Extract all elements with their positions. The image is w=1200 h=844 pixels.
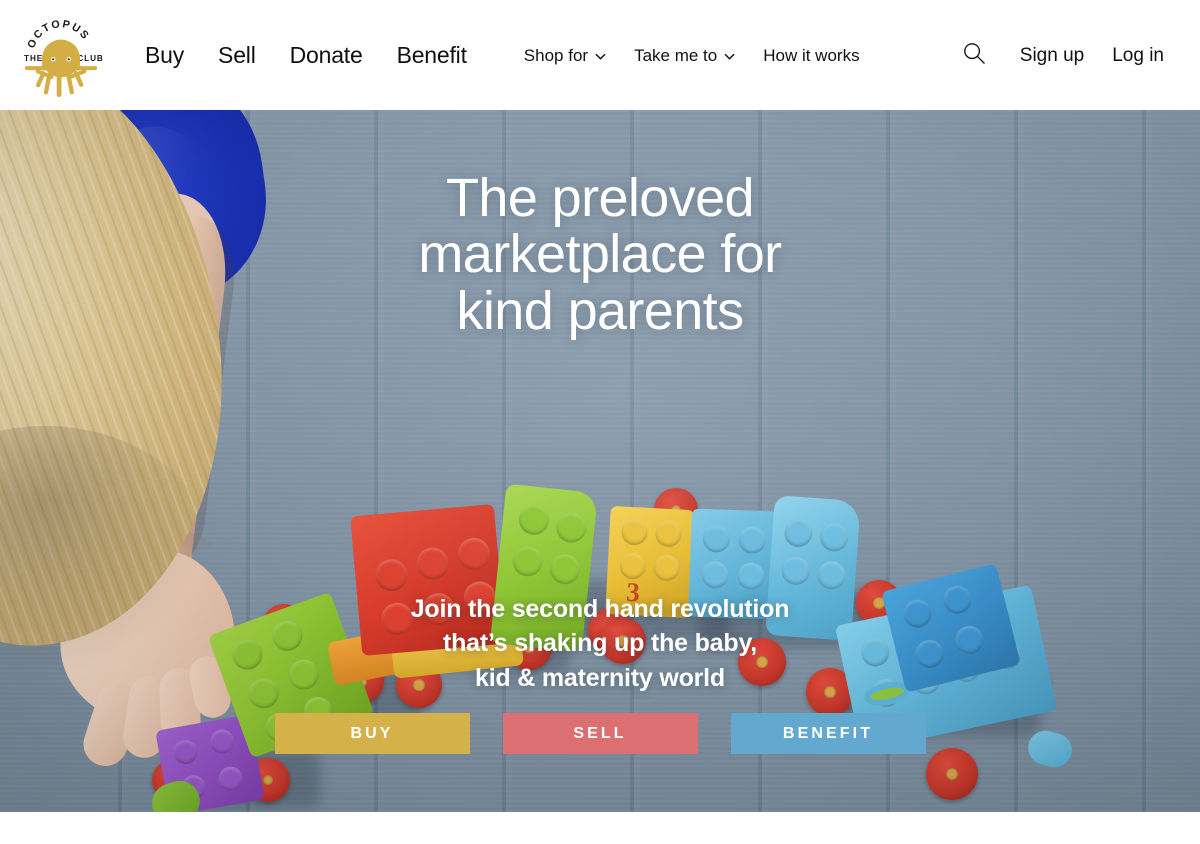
site-header: OCTOPUS THE CLUB Buy Sell Donate Benefit…: [0, 0, 1200, 110]
svg-text:CLUB: CLUB: [77, 54, 103, 63]
nav-item-buy[interactable]: Buy: [128, 43, 201, 67]
hero-section: 3: [0, 110, 1200, 812]
search-button[interactable]: [958, 38, 992, 72]
signup-link[interactable]: Sign up: [1006, 46, 1098, 65]
svg-text:THE: THE: [24, 54, 43, 63]
nav-item-take-me-to[interactable]: Take me to: [620, 47, 749, 64]
chevron-down-icon: [724, 51, 735, 62]
page-bottom-strip: [0, 812, 1200, 844]
sell-button[interactable]: SELL: [502, 713, 698, 754]
account-navigation: Sign up Log in: [958, 38, 1178, 72]
secondary-navigation: Shop for Take me to How it works: [510, 47, 874, 64]
benefit-button[interactable]: BENEFIT: [730, 713, 926, 754]
nav-item-sell[interactable]: Sell: [201, 43, 273, 67]
hero-cta-row: BUY SELL BENEFIT: [0, 713, 1200, 754]
nav-item-take-me-to-label: Take me to: [634, 45, 718, 65]
primary-navigation: Buy Sell Donate Benefit: [128, 43, 484, 67]
nav-item-how-it-works[interactable]: How it works: [749, 47, 873, 64]
nav-item-shop-for-label: Shop for: [523, 45, 589, 65]
octopus-logo-icon: OCTOPUS THE CLUB: [24, 18, 103, 98]
page-root: OCTOPUS THE CLUB Buy Sell Donate Benefit…: [0, 0, 1200, 844]
chevron-down-icon: [595, 51, 606, 62]
buy-button[interactable]: BUY: [274, 713, 470, 754]
image-vignette: [0, 110, 1200, 812]
site-logo[interactable]: OCTOPUS THE CLUB: [18, 12, 104, 98]
nav-item-donate[interactable]: Donate: [273, 43, 380, 67]
login-link[interactable]: Log in: [1098, 46, 1178, 65]
nav-item-benefit[interactable]: Benefit: [380, 43, 484, 67]
search-icon: [962, 41, 987, 69]
nav-item-how-it-works-label: How it works: [763, 45, 860, 65]
nav-item-shop-for[interactable]: Shop for: [510, 47, 620, 64]
hero-image: 3: [0, 110, 1200, 812]
